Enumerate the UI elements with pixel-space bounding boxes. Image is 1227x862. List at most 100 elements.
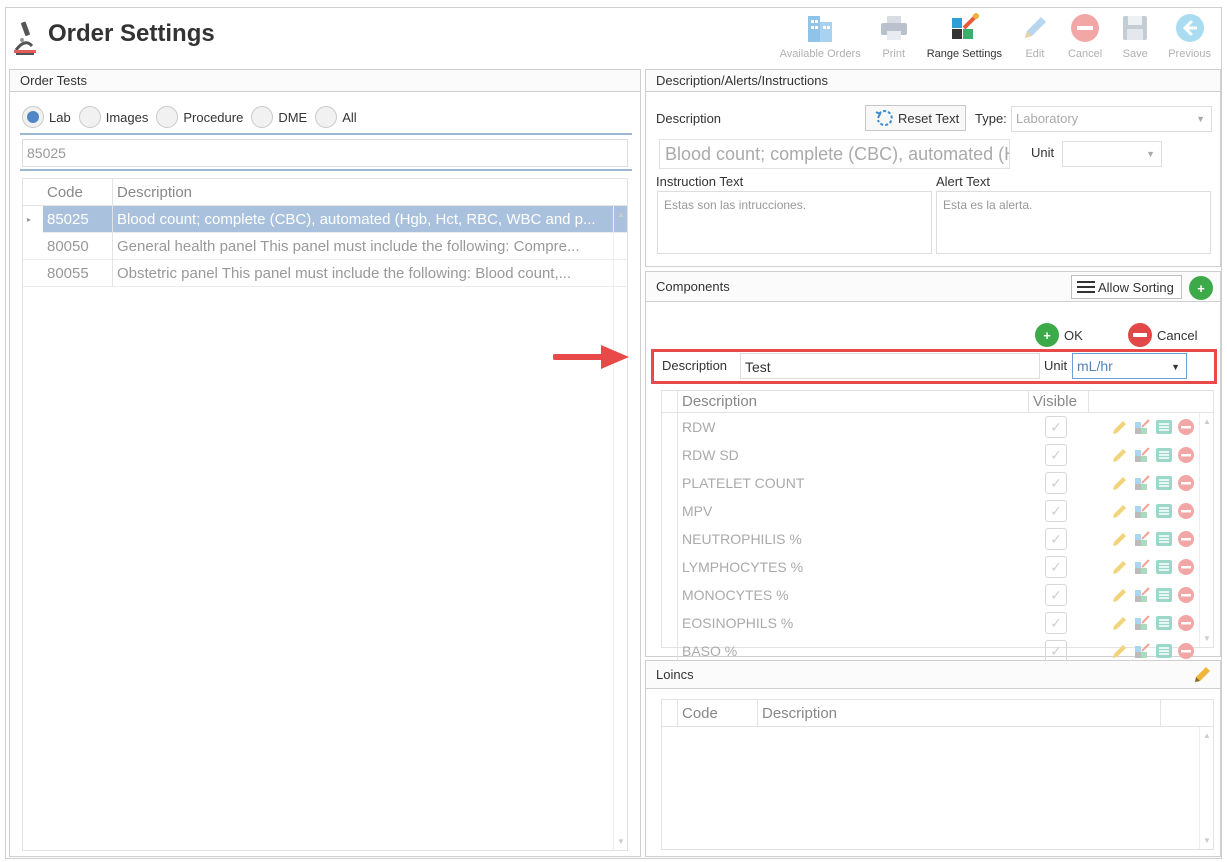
- scroll-up-icon[interactable]: ▲: [617, 210, 625, 219]
- component-row[interactable]: LYMPHOCYTES % ✓: [662, 553, 1213, 581]
- radio-indicator[interactable]: [78, 106, 101, 128]
- column-header-description[interactable]: Description: [758, 700, 1161, 727]
- visible-checkbox[interactable]: ✓: [1045, 640, 1067, 662]
- visible-checkbox[interactable]: ✓: [1045, 444, 1067, 466]
- spreadsheet-icon[interactable]: [1155, 418, 1173, 436]
- visible-checkbox[interactable]: ✓: [1045, 556, 1067, 578]
- table-row[interactable]: 80055 Obstetric panel This panel must in…: [23, 260, 627, 287]
- spreadsheet-icon[interactable]: [1155, 614, 1173, 632]
- visible-checkbox[interactable]: ✓: [1045, 584, 1067, 606]
- previous-button[interactable]: Previous: [1160, 10, 1219, 66]
- range-settings-icon[interactable]: [1133, 502, 1151, 520]
- component-row[interactable]: MONOCYTES % ✓: [662, 581, 1213, 609]
- spreadsheet-icon[interactable]: [1155, 642, 1173, 660]
- radio-all[interactable]: All: [315, 106, 360, 128]
- add-component-button[interactable]: +: [1189, 276, 1213, 300]
- visible-checkbox[interactable]: ✓: [1045, 528, 1067, 550]
- scroll-up-icon[interactable]: ▲: [1203, 731, 1211, 740]
- radio-indicator[interactable]: [251, 106, 274, 128]
- ok-button[interactable]: +: [1035, 323, 1059, 347]
- edit-pencil-icon[interactable]: [1111, 614, 1129, 632]
- spreadsheet-icon[interactable]: [1155, 502, 1173, 520]
- scroll-down-icon[interactable]: ▼: [1203, 836, 1211, 845]
- edit-pencil-icon[interactable]: [1111, 530, 1129, 548]
- edit-pencil-icon[interactable]: [1111, 474, 1129, 492]
- delete-icon[interactable]: [1177, 614, 1195, 632]
- component-row[interactable]: NEUTROPHILIS % ✓: [662, 525, 1213, 553]
- range-settings-icon[interactable]: [1133, 446, 1151, 464]
- range-settings-icon[interactable]: [1133, 418, 1151, 436]
- spreadsheet-icon[interactable]: [1155, 586, 1173, 604]
- edit-pencil-icon[interactable]: [1111, 558, 1129, 576]
- edit-description-input[interactable]: Test: [740, 353, 1040, 379]
- edit-pencil-icon[interactable]: [1111, 642, 1129, 660]
- alert-textarea[interactable]: Esta es la alerta.: [936, 191, 1211, 254]
- available-orders-button[interactable]: Available Orders: [772, 10, 869, 66]
- unit-select[interactable]: ▼: [1062, 141, 1162, 167]
- column-header-description[interactable]: Description: [113, 179, 613, 206]
- radio-lab[interactable]: Lab: [22, 106, 75, 128]
- delete-icon[interactable]: [1177, 418, 1195, 436]
- delete-icon[interactable]: [1177, 558, 1195, 576]
- save-button[interactable]: Save: [1110, 10, 1160, 66]
- delete-icon[interactable]: [1177, 642, 1195, 660]
- pencil-icon[interactable]: [1192, 665, 1212, 685]
- visible-checkbox[interactable]: ✓: [1045, 416, 1067, 438]
- range-settings-icon[interactable]: [1133, 586, 1151, 604]
- table-row[interactable]: ▸ 85025 Blood count; complete (CBC), aut…: [23, 206, 627, 233]
- range-settings-icon[interactable]: [1133, 642, 1151, 660]
- vertical-scrollbar[interactable]: ▲ ▼: [1199, 727, 1213, 849]
- spreadsheet-icon[interactable]: [1155, 530, 1173, 548]
- scroll-down-icon[interactable]: ▼: [617, 837, 625, 846]
- delete-icon[interactable]: [1177, 502, 1195, 520]
- component-row[interactable]: RDW SD ✓: [662, 441, 1213, 469]
- radio-procedure[interactable]: Procedure: [156, 106, 247, 128]
- component-row[interactable]: PLATELET COUNT ✓: [662, 469, 1213, 497]
- radio-images[interactable]: Images: [78, 106, 153, 128]
- radio-indicator[interactable]: [156, 106, 179, 128]
- vertical-scrollbar[interactable]: ▲ ▼: [613, 206, 627, 850]
- column-header-code[interactable]: Code: [678, 700, 758, 727]
- visible-checkbox[interactable]: ✓: [1045, 500, 1067, 522]
- search-input[interactable]: [22, 139, 628, 167]
- component-row[interactable]: EOSINOPHILS % ✓: [662, 609, 1213, 637]
- radio-indicator[interactable]: [22, 106, 44, 128]
- range-settings-icon[interactable]: [1133, 474, 1151, 492]
- component-row[interactable]: RDW ✓: [662, 413, 1213, 441]
- vertical-scrollbar[interactable]: ▲ ▼: [1199, 413, 1213, 647]
- radio-dme[interactable]: DME: [251, 106, 311, 128]
- scroll-down-icon[interactable]: ▼: [1203, 634, 1211, 643]
- scroll-up-icon[interactable]: ▲: [1203, 417, 1211, 426]
- range-settings-icon[interactable]: [1133, 558, 1151, 576]
- edit-pencil-icon[interactable]: [1111, 446, 1129, 464]
- reset-text-button[interactable]: Reset Text: [865, 105, 966, 131]
- column-header-visible[interactable]: Visible: [1029, 391, 1089, 413]
- edit-pencil-icon[interactable]: [1111, 502, 1129, 520]
- delete-icon[interactable]: [1177, 586, 1195, 604]
- description-input[interactable]: Blood count; complete (CBC), automated (…: [659, 139, 1010, 169]
- range-settings-icon[interactable]: [1133, 530, 1151, 548]
- delete-icon[interactable]: [1177, 530, 1195, 548]
- range-settings-button[interactable]: Range Settings: [919, 10, 1010, 66]
- edit-button[interactable]: Edit: [1010, 10, 1060, 66]
- type-select[interactable]: Laboratory ▼: [1011, 106, 1212, 132]
- component-row[interactable]: MPV ✓: [662, 497, 1213, 525]
- cancel-toolbar-button[interactable]: Cancel: [1060, 10, 1110, 66]
- edit-unit-select[interactable]: mL/hr ▼: [1072, 353, 1187, 379]
- edit-pencil-icon[interactable]: [1111, 586, 1129, 604]
- delete-icon[interactable]: [1177, 474, 1195, 492]
- spreadsheet-icon[interactable]: [1155, 474, 1173, 492]
- range-settings-icon[interactable]: [1133, 614, 1151, 632]
- delete-icon[interactable]: [1177, 446, 1195, 464]
- cancel-button[interactable]: [1128, 323, 1152, 347]
- table-row[interactable]: 80050 General health panel This panel mu…: [23, 233, 627, 260]
- spreadsheet-icon[interactable]: [1155, 558, 1173, 576]
- allow-sorting-button[interactable]: Allow Sorting: [1071, 275, 1182, 299]
- radio-indicator[interactable]: [315, 106, 338, 128]
- print-button[interactable]: Print: [869, 10, 919, 66]
- edit-pencil-icon[interactable]: [1111, 418, 1129, 436]
- instruction-textarea[interactable]: Estas son las intrucciones.: [657, 191, 932, 254]
- column-header-description[interactable]: Description: [678, 391, 1029, 413]
- spreadsheet-icon[interactable]: [1155, 446, 1173, 464]
- visible-checkbox[interactable]: ✓: [1045, 612, 1067, 634]
